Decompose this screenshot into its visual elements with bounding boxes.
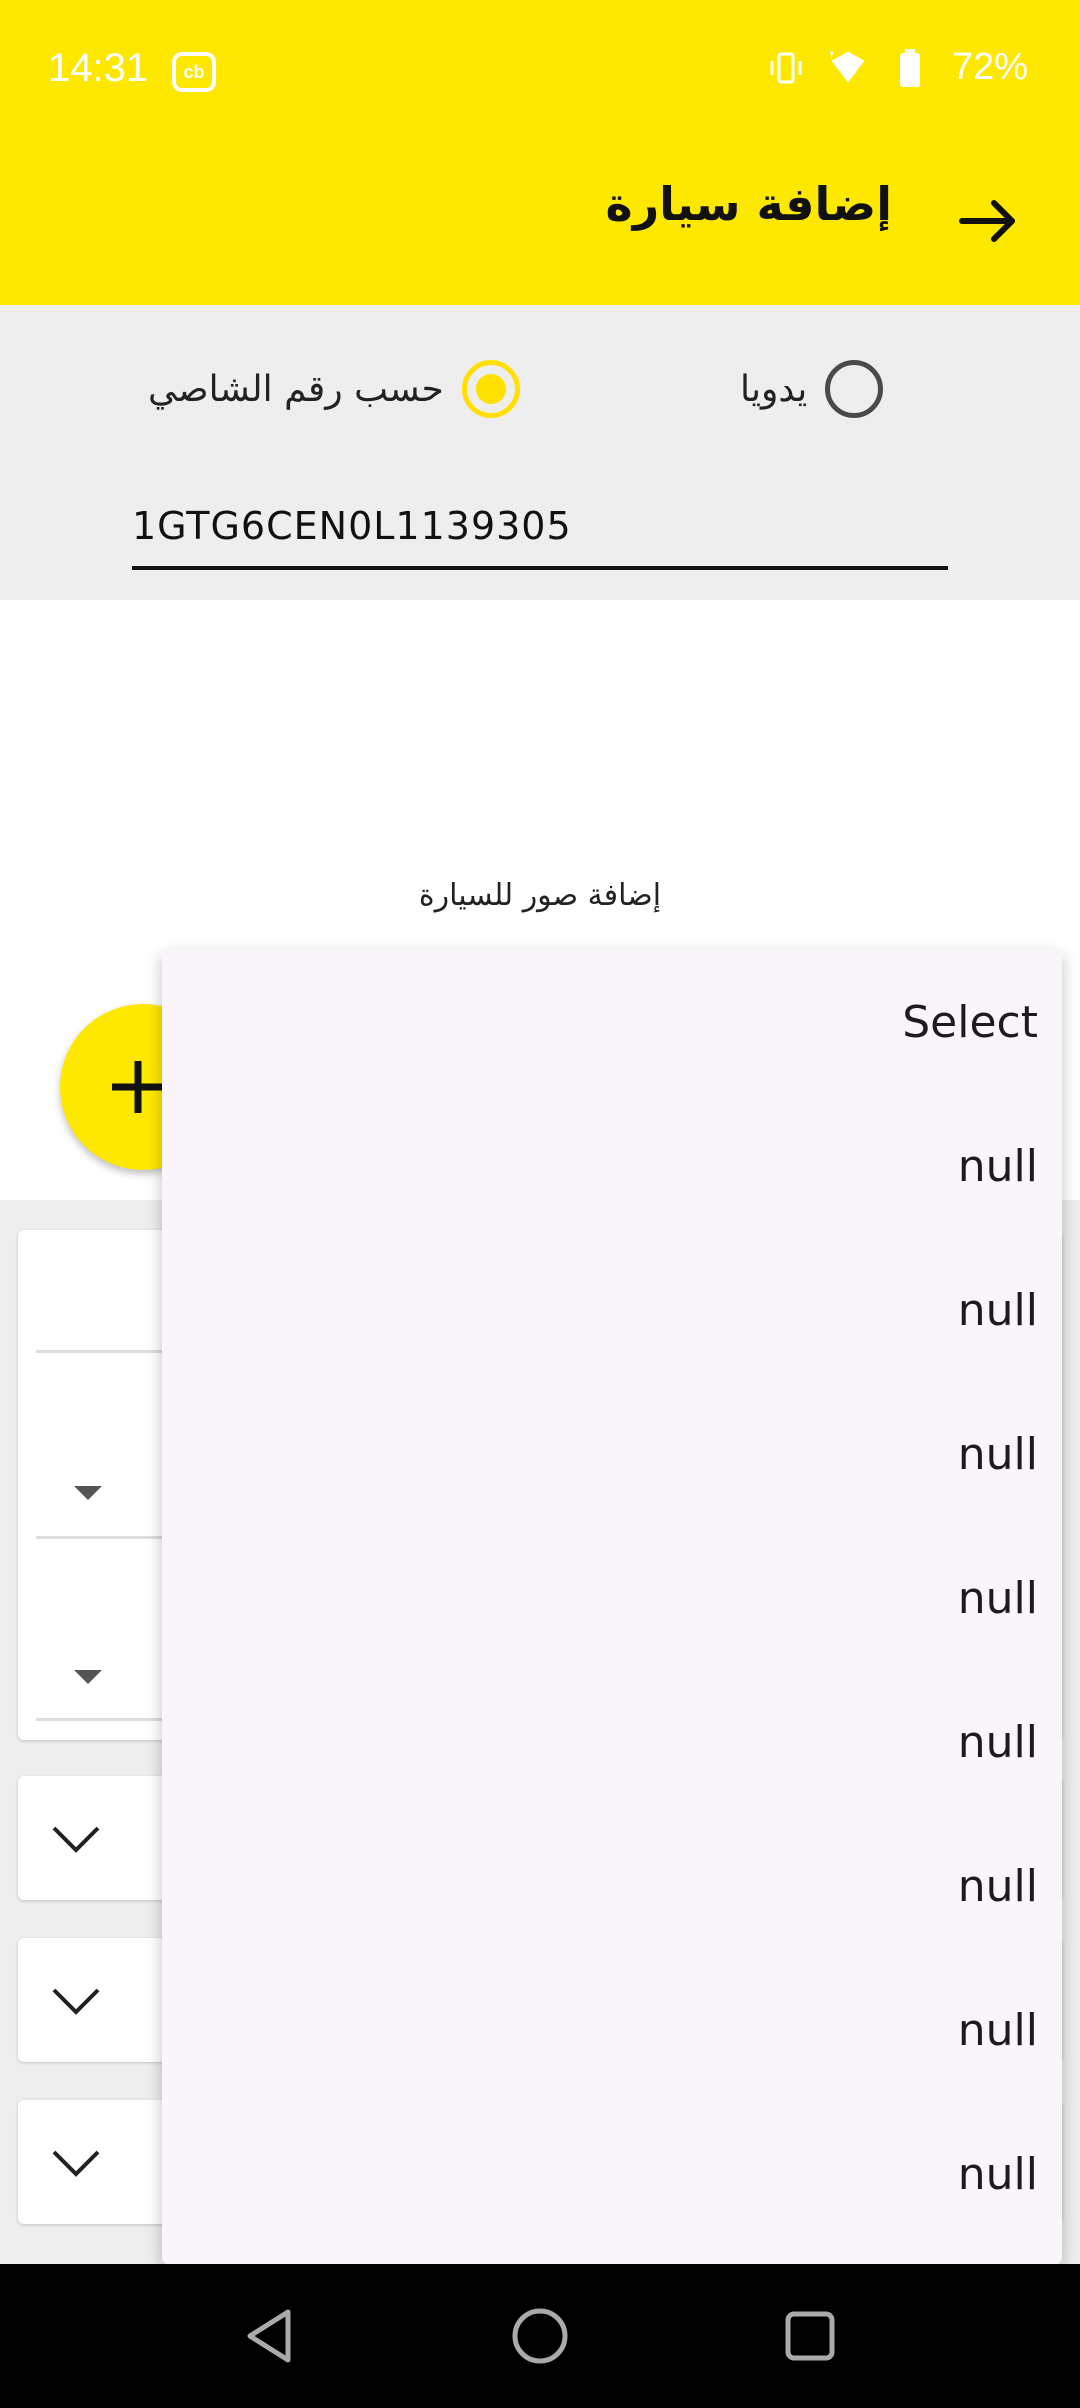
- dropdown-menu: Select null null null null null null nul…: [162, 950, 1062, 2264]
- app-bar: إضافة سيارة: [0, 145, 1080, 305]
- battery-percent: 72%: [951, 46, 1028, 88]
- page-title: إضافة سيارة: [605, 177, 892, 231]
- chevron-down-icon: [52, 1826, 100, 1853]
- dropdown-option[interactable]: null: [162, 1094, 1062, 1238]
- dropdown-option[interactable]: null: [162, 1238, 1062, 1382]
- recents-square-icon: [785, 2311, 835, 2361]
- status-time: 14:31: [48, 46, 149, 90]
- dropdown-option[interactable]: null: [162, 1382, 1062, 1526]
- dropdown-option[interactable]: null: [162, 1526, 1062, 1670]
- back-arrow-icon[interactable]: [952, 185, 1024, 257]
- dropdown-option[interactable]: null: [162, 1814, 1062, 1958]
- radio-button-manual[interactable]: [825, 360, 884, 418]
- radio-option-manual[interactable]: يدويا: [740, 360, 884, 418]
- radio-label-manual: يدويا: [740, 368, 808, 410]
- input-method-section: حسب رقم الشاصي يدويا 1GTG6CEN0L1139305: [0, 305, 1080, 600]
- chevron-down-icon: [52, 1988, 100, 2015]
- cb-app-icon: cb: [172, 52, 216, 92]
- status-bar: 14:31 cb 72%: [0, 0, 1080, 145]
- chevron-down-icon: [52, 2150, 100, 2177]
- add-photos-label: إضافة صور للسيارة: [418, 878, 662, 913]
- dropdown-option[interactable]: Select: [162, 950, 1062, 1094]
- status-icons: 72%: [766, 46, 1028, 89]
- vibrate-icon: [766, 48, 806, 88]
- dropdown-option[interactable]: null: [162, 2102, 1062, 2246]
- vin-input[interactable]: 1GTG6CEN0L1139305: [132, 500, 948, 570]
- system-nav-bar: [0, 2264, 1080, 2408]
- radio-option-chassis[interactable]: حسب رقم الشاصي: [148, 360, 520, 418]
- nav-home-button[interactable]: [500, 2296, 580, 2376]
- home-circle-icon: [512, 2308, 568, 2364]
- plus-icon: [112, 1061, 164, 1113]
- radio-label-chassis: حسب رقم الشاصي: [148, 368, 444, 410]
- wifi-icon: [828, 48, 868, 88]
- radio-button-chassis[interactable]: [461, 360, 520, 418]
- back-triangle-icon: [247, 2309, 291, 2363]
- nav-back-button[interactable]: [230, 2296, 310, 2376]
- battery-icon: [890, 48, 930, 88]
- dropdown-option[interactable]: null: [162, 1670, 1062, 1814]
- dropdown-caret-icon[interactable]: [74, 1670, 102, 1684]
- dropdown-option[interactable]: null: [162, 1958, 1062, 2102]
- nav-recents-button[interactable]: [770, 2296, 850, 2376]
- dropdown-caret-icon[interactable]: [74, 1486, 102, 1500]
- radio-dot: [475, 374, 506, 404]
